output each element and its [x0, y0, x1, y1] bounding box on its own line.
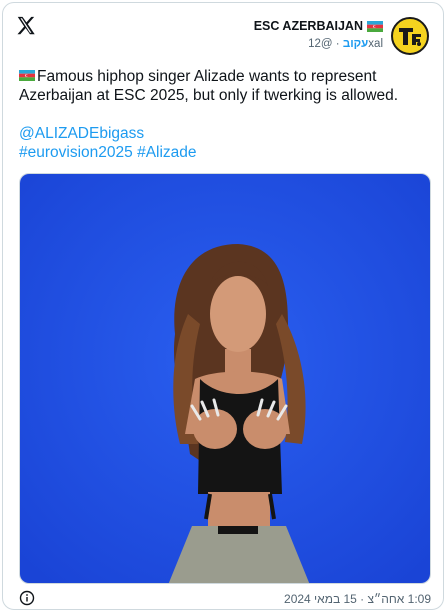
azerbaijan-flag-icon: [19, 69, 35, 81]
tweet-line-2: Azerbaijan at ESC 2025, but only if twer…: [19, 87, 399, 104]
meta-separator: ·: [335, 38, 340, 50]
tweet-line-1: Famous hiphop singer Alizade wants to re…: [19, 67, 431, 86]
tweet-footer: 1:09 אחה״צ · 15 במאי 2024: [15, 589, 435, 609]
azerbaijan-flag-icon: [367, 20, 383, 32]
x-logo-icon[interactable]: [15, 15, 37, 37]
tweet-line-1-text: Famous hiphop singer Alizade wants to re…: [37, 68, 377, 85]
display-name[interactable]: ESC AZERBAIJAN: [254, 19, 363, 33]
photo-image: [20, 174, 430, 583]
tweet-timestamp[interactable]: 1:09 אחה״צ · 15 במאי 2024: [284, 592, 431, 606]
tweet-hashtag-line: #eurovision2025 #Alizade: [19, 143, 431, 162]
account-names: ESC AZERBAIJAN עקוב · @12xal: [254, 19, 383, 50]
hashtag-link-alizade[interactable]: #Alizade: [137, 144, 196, 161]
avatar-logo-icon: [399, 28, 421, 46]
account-meta: עקוב · @12xal: [254, 38, 383, 50]
info-icon[interactable]: [19, 590, 35, 606]
hashtag-link-eurovision[interactable]: #eurovision2025: [19, 144, 133, 161]
tweet-card: ESC AZERBAIJAN עקוב · @12xal Famous hiph…: [2, 2, 444, 610]
follow-button[interactable]: עקוב: [343, 38, 368, 50]
mention-link[interactable]: @ALIZADEbigass: [19, 125, 144, 142]
avatar[interactable]: [391, 17, 429, 55]
display-name-row[interactable]: ESC AZERBAIJAN: [254, 19, 383, 33]
tweet-text: Famous hiphop singer Alizade wants to re…: [19, 67, 431, 162]
tweet-photo[interactable]: [19, 173, 431, 584]
tweet-mention-line: @ALIZADEbigass: [19, 124, 431, 143]
